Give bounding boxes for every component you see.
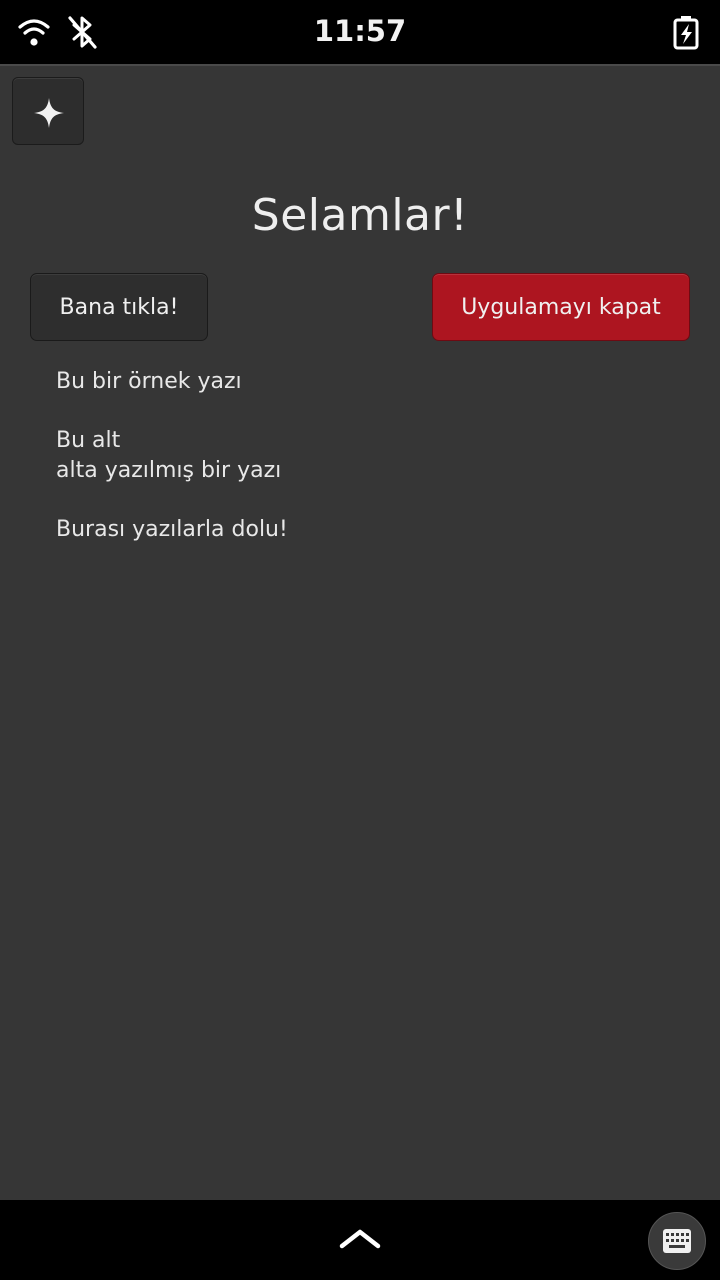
click-me-button[interactable]: Bana tıkla! — [30, 273, 208, 341]
app-window: Selamlar! Bana tıkla! Uygulamayı kapat B… — [0, 64, 720, 1200]
headline: Selamlar! — [251, 190, 469, 241]
keyboard-button[interactable] — [648, 1212, 706, 1270]
status-bar: 11:57 — [0, 0, 720, 64]
sample-text: Bu bir örnek yazı — [56, 369, 242, 394]
menu-button[interactable] — [12, 77, 84, 145]
close-app-button[interactable]: Uygulamayı kapat — [432, 273, 690, 341]
multiline-text-line-2: alta yazılmış bir yazı — [56, 458, 282, 483]
clock: 11:57 — [313, 14, 407, 48]
battery-charging-icon — [668, 14, 704, 50]
chevron-up-icon[interactable] — [336, 1224, 384, 1258]
multiline-text-line-1: Bu alt — [56, 428, 121, 453]
nav-bar — [0, 1200, 720, 1280]
keyboard-icon — [663, 1229, 691, 1253]
sparkle-icon — [34, 98, 64, 128]
full-text: Burası yazılarla dolu! — [56, 517, 288, 542]
